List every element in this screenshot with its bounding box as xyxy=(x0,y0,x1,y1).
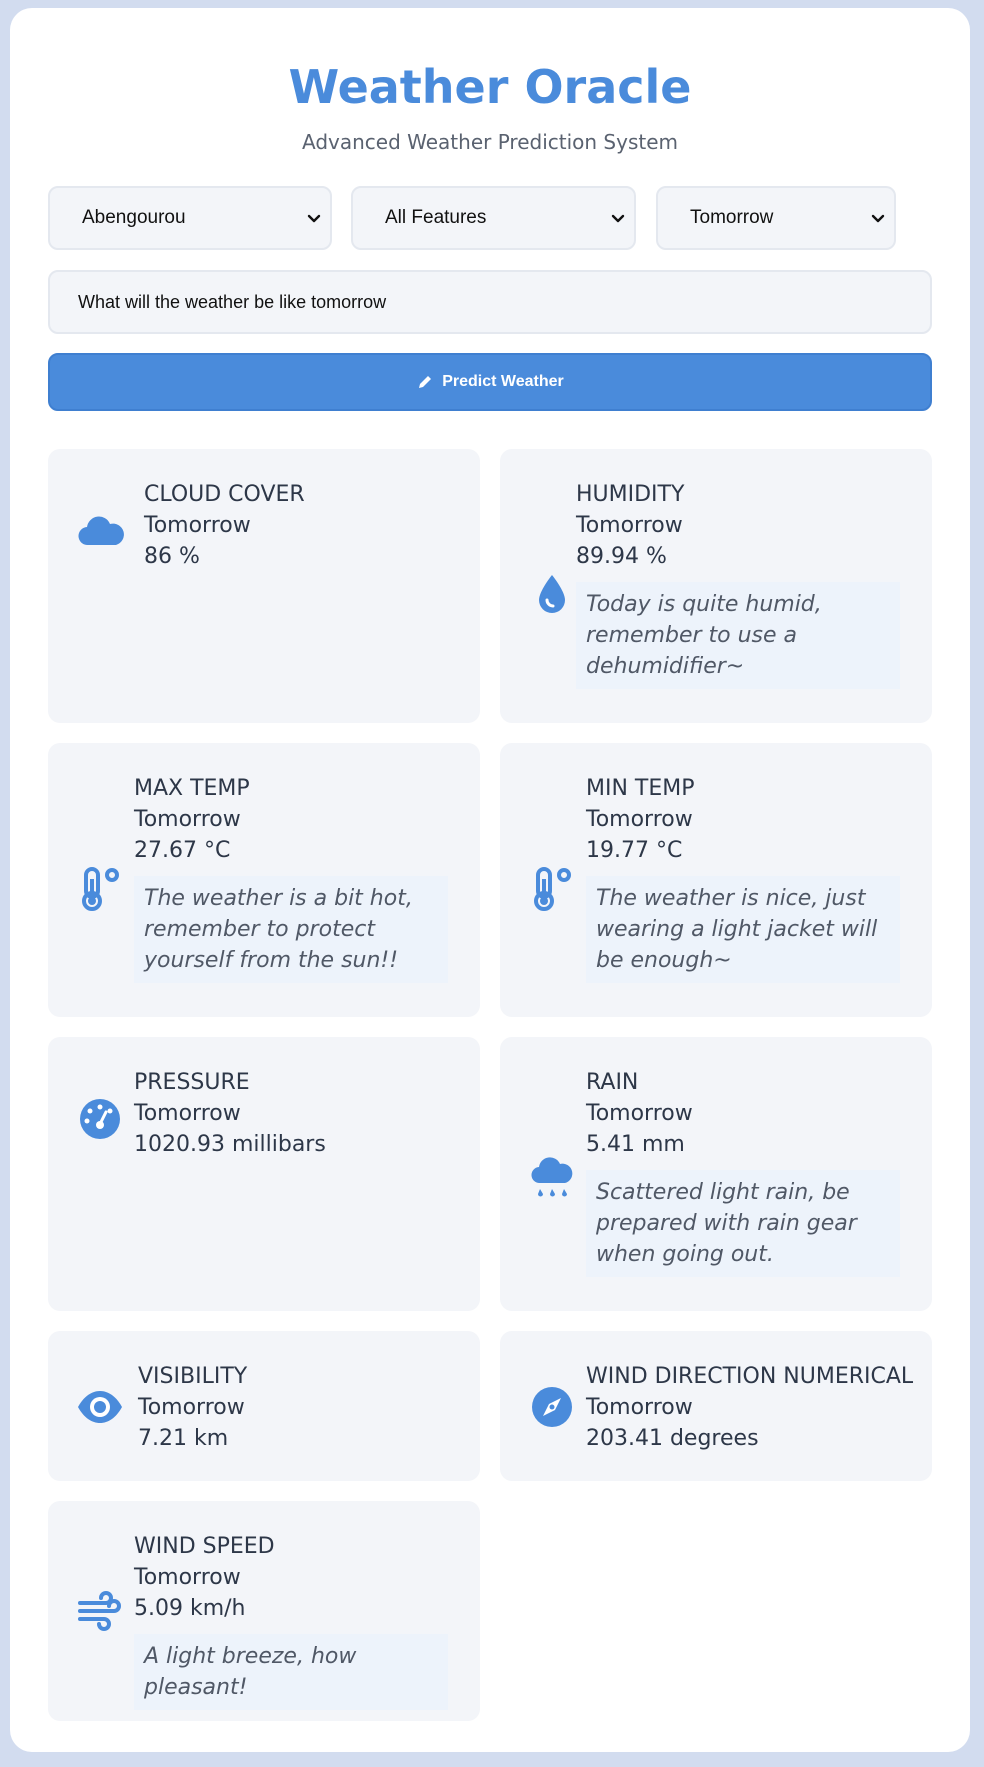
visibility-card: VISIBILITY Tomorrow 7.21 km xyxy=(48,1331,480,1481)
card-timeframe: Tomorrow xyxy=(586,1101,693,1126)
query-input[interactable] xyxy=(48,270,932,334)
feature-select-value: All Features xyxy=(385,207,487,228)
card-tip: The weather is nice, just wearing a ligh… xyxy=(586,876,900,983)
chevron-down-icon xyxy=(871,214,885,223)
card-title: MIN TEMP xyxy=(586,776,695,801)
chevron-down-icon xyxy=(307,214,321,223)
app-container: Weather Oracle Advanced Weather Predicti… xyxy=(10,8,970,1752)
card-value: 1020.93 millibars xyxy=(134,1132,326,1157)
card-timeframe: Tomorrow xyxy=(144,513,251,538)
chevron-down-icon xyxy=(611,214,625,223)
card-tip: The weather is a bit hot, remember to pr… xyxy=(134,876,448,983)
max-temp-card: MAX TEMP Tomorrow 27.67 °C The weather i… xyxy=(48,743,480,1017)
thermometer-icon xyxy=(528,865,576,913)
predict-weather-button[interactable]: Predict Weather xyxy=(48,353,932,411)
pencil-icon xyxy=(419,376,432,388)
humidity-card: HUMIDITY Tomorrow 89.94 % Today is quite… xyxy=(500,449,932,723)
rain-card: RAIN Tomorrow 5.41 mm Scattered light ra… xyxy=(500,1037,932,1311)
card-value: 86 % xyxy=(144,544,200,569)
card-tip: Scattered light rain, be prepared with r… xyxy=(586,1170,900,1277)
card-value: 5.09 km/h xyxy=(134,1596,246,1621)
wind-speed-card: WIND SPEED Tomorrow 5.09 km/h A light br… xyxy=(48,1501,480,1721)
card-title: VISIBILITY xyxy=(138,1364,248,1389)
cloud-cover-card: CLOUD COVER Tomorrow 86 % xyxy=(48,449,480,723)
card-tip: Today is quite humid, remember to use a … xyxy=(576,582,900,689)
card-value: 7.21 km xyxy=(138,1426,229,1451)
location-select[interactable]: Abengourou xyxy=(48,186,332,250)
wind-direction-card: WIND DIRECTION NUMERICAL Tomorrow 203.41… xyxy=(500,1331,932,1481)
card-timeframe: Tomorrow xyxy=(586,1395,693,1420)
page-subtitle: Advanced Weather Prediction System xyxy=(301,130,678,154)
thermometer-icon xyxy=(76,865,124,913)
timeframe-select-value: Tomorrow xyxy=(690,207,774,228)
card-timeframe: Tomorrow xyxy=(138,1395,245,1420)
cloud-rain-icon xyxy=(528,1157,576,1205)
eye-icon xyxy=(76,1383,124,1431)
card-value: 27.67 °C xyxy=(134,838,231,863)
card-value: 19.77 °C xyxy=(586,838,683,863)
compass-icon xyxy=(528,1383,576,1431)
droplet-icon xyxy=(528,569,576,617)
predict-weather-label: Predict Weather xyxy=(442,373,564,390)
card-title: PRESSURE xyxy=(134,1070,250,1095)
card-value: 203.41 degrees xyxy=(586,1426,759,1451)
card-title: MAX TEMP xyxy=(134,776,250,801)
card-value: 5.41 mm xyxy=(586,1132,685,1157)
timeframe-select[interactable]: Tomorrow xyxy=(656,186,896,250)
card-timeframe: Tomorrow xyxy=(134,1565,241,1590)
card-timeframe: Tomorrow xyxy=(576,513,683,538)
card-timeframe: Tomorrow xyxy=(586,807,693,832)
min-temp-card: MIN TEMP Tomorrow 19.77 °C The weather i… xyxy=(500,743,932,1017)
card-title: CLOUD COVER xyxy=(144,482,305,507)
card-title: WIND DIRECTION NUMERICAL xyxy=(586,1364,914,1389)
card-value: 89.94 % xyxy=(576,544,667,569)
card-timeframe: Tomorrow xyxy=(134,807,241,832)
card-title: HUMIDITY xyxy=(576,482,685,507)
cloud-icon xyxy=(76,507,124,555)
wind-icon xyxy=(76,1585,124,1633)
gauge-icon xyxy=(76,1095,124,1143)
feature-select[interactable]: All Features xyxy=(351,186,636,250)
location-select-value: Abengourou xyxy=(82,207,186,228)
page-title: Weather Oracle xyxy=(288,60,692,114)
card-title: RAIN xyxy=(586,1070,639,1095)
card-title: WIND SPEED xyxy=(134,1534,275,1559)
card-timeframe: Tomorrow xyxy=(134,1101,241,1126)
pressure-card: PRESSURE Tomorrow 1020.93 millibars xyxy=(48,1037,480,1311)
card-tip: A light breeze, how pleasant! xyxy=(134,1634,448,1710)
